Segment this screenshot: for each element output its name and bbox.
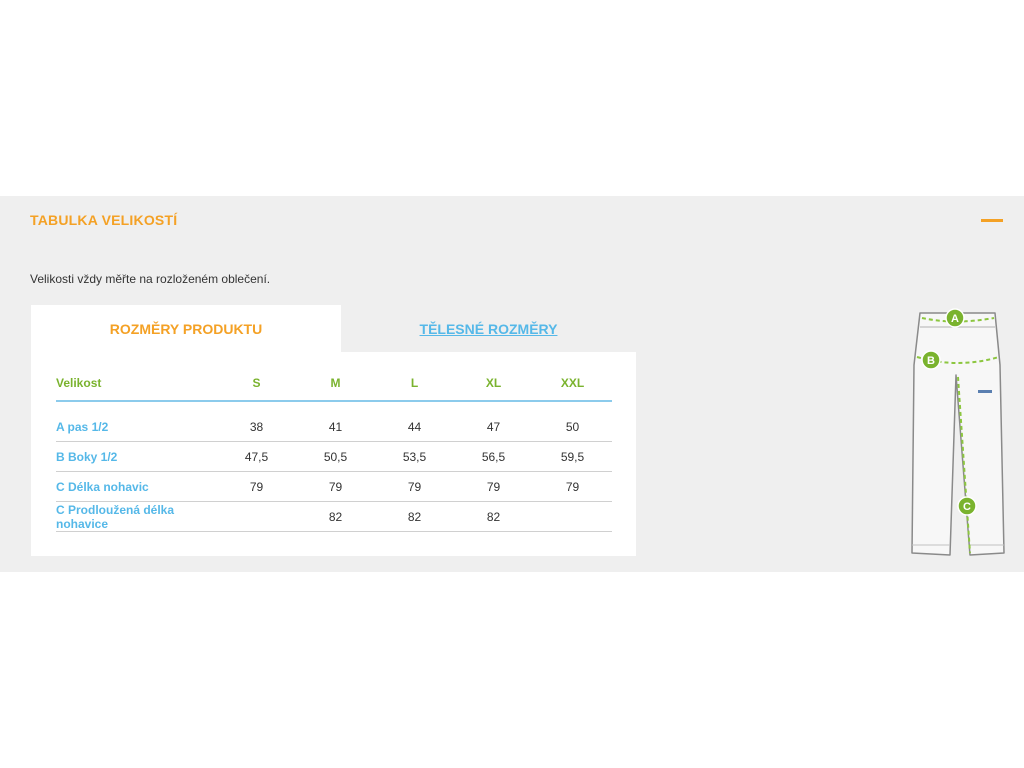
table-cell: 79 <box>454 471 533 502</box>
pants-outline-icon <box>911 312 1005 556</box>
table-cell: 59,5 <box>533 441 612 472</box>
marker-a-label: A <box>951 313 959 325</box>
marker-b-label: B <box>927 355 935 367</box>
header-cell-xl: XL <box>454 366 533 402</box>
row-label: C Prodloužená délka nohavice <box>56 501 217 532</box>
table-cell: 79 <box>375 471 454 502</box>
marker-a-icon: A <box>945 308 965 328</box>
table-cell: 44 <box>375 412 454 442</box>
row-label: C Délka nohavic <box>56 471 217 502</box>
row-label: B Boky 1/2 <box>56 441 217 472</box>
measurement-note: Velikosti vždy měřte na rozloženém obleč… <box>30 272 271 286</box>
table-row: C Délka nohavic 79 79 79 79 79 <box>56 471 612 502</box>
table-row: B Boky 1/2 47,5 50,5 53,5 56,5 59,5 <box>56 441 612 472</box>
pants-diagram: A B C <box>911 308 1005 556</box>
header-cell-size: Velikost <box>56 366 217 402</box>
size-table: Velikost S M L XL XXL A pas 1/2 38 41 44… <box>56 366 612 532</box>
table-cell: 79 <box>217 471 296 502</box>
table-row: A pas 1/2 38 41 44 47 50 <box>56 412 612 442</box>
header-cell-xxl: XXL <box>533 366 612 402</box>
table-cell: 82 <box>454 501 533 532</box>
table-cell: 79 <box>296 471 375 502</box>
header-cell-l: L <box>375 366 454 402</box>
header-cell-s: S <box>217 366 296 402</box>
table-cell: 82 <box>375 501 454 532</box>
table-header-row: Velikost S M L XL XXL <box>56 366 612 402</box>
table-cell: 50,5 <box>296 441 375 472</box>
table-cell <box>217 501 296 532</box>
row-label: A pas 1/2 <box>56 412 217 442</box>
table-cell: 41 <box>296 412 375 442</box>
table-cell: 56,5 <box>454 441 533 472</box>
tab-product-dimensions[interactable]: ROZMĚRY PRODUKTU <box>31 305 341 353</box>
table-cell: 47,5 <box>217 441 296 472</box>
table-cell: 79 <box>533 471 612 502</box>
table-cell: 50 <box>533 412 612 442</box>
table-cell: 53,5 <box>375 441 454 472</box>
tab-body-dimensions[interactable]: TĚLESNÉ ROZMĚRY <box>341 305 636 353</box>
table-row: C Prodloužená délka nohavice 82 82 82 <box>56 501 612 532</box>
table-cell: 82 <box>296 501 375 532</box>
marker-b-icon: B <box>921 350 941 370</box>
table-cell: 38 <box>217 412 296 442</box>
marker-c-icon: C <box>957 496 977 516</box>
size-chart-title[interactable]: TABULKA VELIKOSTÍ <box>30 212 177 228</box>
table-cell <box>533 501 612 532</box>
header-cell-m: M <box>296 366 375 402</box>
minus-icon[interactable] <box>981 219 1003 222</box>
table-cell: 47 <box>454 412 533 442</box>
marker-c-label: C <box>963 501 971 513</box>
